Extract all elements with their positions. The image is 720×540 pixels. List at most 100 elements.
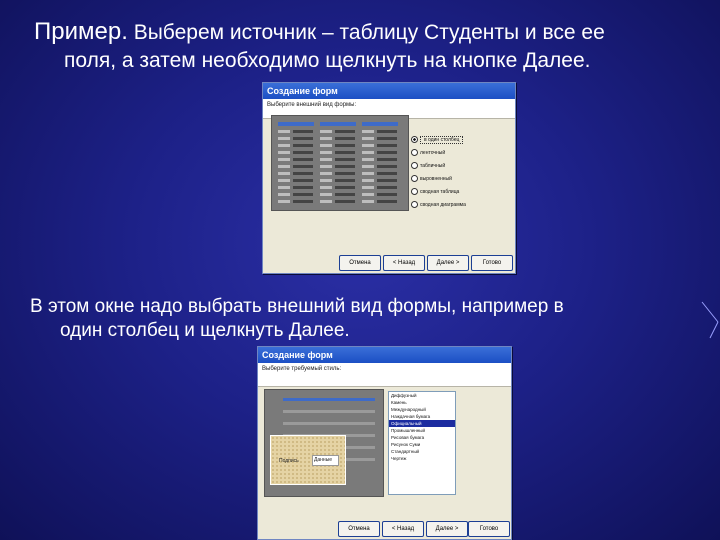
preview-label-bar [362,158,374,161]
style-list-item[interactable]: Камень [389,399,455,406]
preview-label-bar [362,193,374,196]
preview-label-bar [320,172,332,175]
layout-preview [271,115,409,211]
preview-label-bar [320,186,332,189]
preview-column-header [278,122,314,126]
preview-label-bar [362,130,374,133]
style-preview-sample: Подпись Данные [270,435,346,485]
preview-field-bar [377,172,397,175]
preview-label: Подпись [279,458,299,464]
layout-options: в один столбец ленточный табличный выровнен… [411,133,477,211]
finish-button[interactable]: Готово [471,255,513,271]
preview-field-bar [335,186,355,189]
preview-field-bar [377,130,397,133]
preview-label-bar [362,186,374,189]
preview-field-bar [377,137,397,140]
style-list-item[interactable]: Промышленный [389,427,455,434]
style-list-item[interactable]: Рисовая бумага [389,434,455,441]
preview-label-bar [320,151,332,154]
next-button[interactable]: Далее > [426,521,468,537]
preview-label-bar [320,165,332,168]
layout-option[interactable]: сводная таблица [411,185,477,198]
radio-button-icon[interactable] [411,136,418,143]
preview-field-bar [293,151,313,154]
preview-label-bar [278,186,290,189]
form-wizard-style-dialog: Создание форм Выберите требуемый стиль: … [257,346,512,540]
form-wizard-layout-dialog: Создание форм Выберите внешний вид формы… [262,82,516,274]
cancel-button[interactable]: Отмена [339,255,381,271]
example-word: Пример. [34,18,128,45]
preview-field-bar [377,165,397,168]
style-list-item[interactable]: Диффузный [389,392,455,399]
preview-label-bar [278,200,290,203]
preview-field-bar [283,422,375,425]
style-list-item[interactable]: Наждачная бумага [389,413,455,420]
layout-option-label: ленточный [420,149,446,156]
preview-field-bar [335,200,355,203]
preview-field-bar [293,165,313,168]
layout-option-label: сводная таблица [420,188,460,195]
layout-option[interactable]: выровненный [411,172,477,185]
layout-option-label: табличный [420,162,446,169]
preview-label-bar [320,193,332,196]
back-button[interactable]: < Назад [382,521,424,537]
radio-button-icon[interactable] [411,188,418,195]
preview-label-bar [362,172,374,175]
preview-label-bar [320,200,332,203]
layout-option[interactable]: табличный [411,159,477,172]
style-list-item[interactable]: Чертеж [389,455,455,462]
radio-button-icon[interactable] [411,149,418,156]
preview-field-bar [377,179,397,182]
preview-label-bar [320,179,332,182]
layout-option-label: в один столбец [420,135,464,144]
style-list-item[interactable]: Стандартный [389,448,455,455]
preview-label-bar [278,151,290,154]
layout-option[interactable]: сводная диаграмма [411,198,477,211]
preview-field-bar [293,130,313,133]
radio-button-icon[interactable] [411,201,418,208]
preview-field-bar [293,200,313,203]
preview-field-bar [335,137,355,140]
preview-label-bar [278,179,290,182]
preview-field-bar [335,193,355,196]
preview-field-bar [293,158,313,161]
layout-option-label: выровненный [420,175,452,182]
paragraph-1-line-1: Выберем источник – таблицу Студенты и вс… [127,21,605,44]
radio-button-icon[interactable] [411,162,418,169]
preview-field-bar [335,172,355,175]
preview-label-bar [278,144,290,147]
preview-label-bar [362,200,374,203]
preview-field-bar [293,179,313,182]
radio-button-icon[interactable] [411,175,418,182]
preview-label-bar [320,144,332,147]
layout-option[interactable]: ленточный [411,146,477,159]
preview-field-bar [293,172,313,175]
preview-field-bar [335,165,355,168]
decorative-line-icon [701,301,719,339]
dialog-prompt: Выберите требуемый стиль: [258,363,511,387]
preview-field-bar [377,200,397,203]
style-list-item[interactable]: Международный [389,406,455,413]
preview-label-bar [362,151,374,154]
paragraph-2-line-2: один столбец и щелкнуть Далее. [60,320,350,341]
dialog-title: Создание форм [263,83,515,99]
style-list-item[interactable]: Рисунок Суми [389,441,455,448]
style-list-item[interactable]: Официальный [389,420,455,427]
slide-paragraph-2: В этом окне надо выбрать внешний вид фор… [30,295,720,343]
preview-label-bar [362,179,374,182]
paragraph-2-line-1: В этом окне надо выбрать внешний вид фор… [30,296,564,317]
preview-field-bar [335,158,355,161]
back-button[interactable]: < Назад [383,255,425,271]
layout-option[interactable]: в один столбец [411,133,477,146]
preview-label-bar [278,158,290,161]
preview-field-bar [335,151,355,154]
style-listbox[interactable]: Диффузный Камень Международный Наждачная бу… [388,391,456,495]
preview-field-bar [283,398,375,401]
finish-button[interactable]: Готово [468,521,510,537]
preview-field-bar [377,144,397,147]
next-button[interactable]: Далее > [427,255,469,271]
preview-column-header [320,122,356,126]
cancel-button[interactable]: Отмена [338,521,380,537]
preview-label-bar [278,165,290,168]
dialog-title: Создание форм [258,347,511,363]
